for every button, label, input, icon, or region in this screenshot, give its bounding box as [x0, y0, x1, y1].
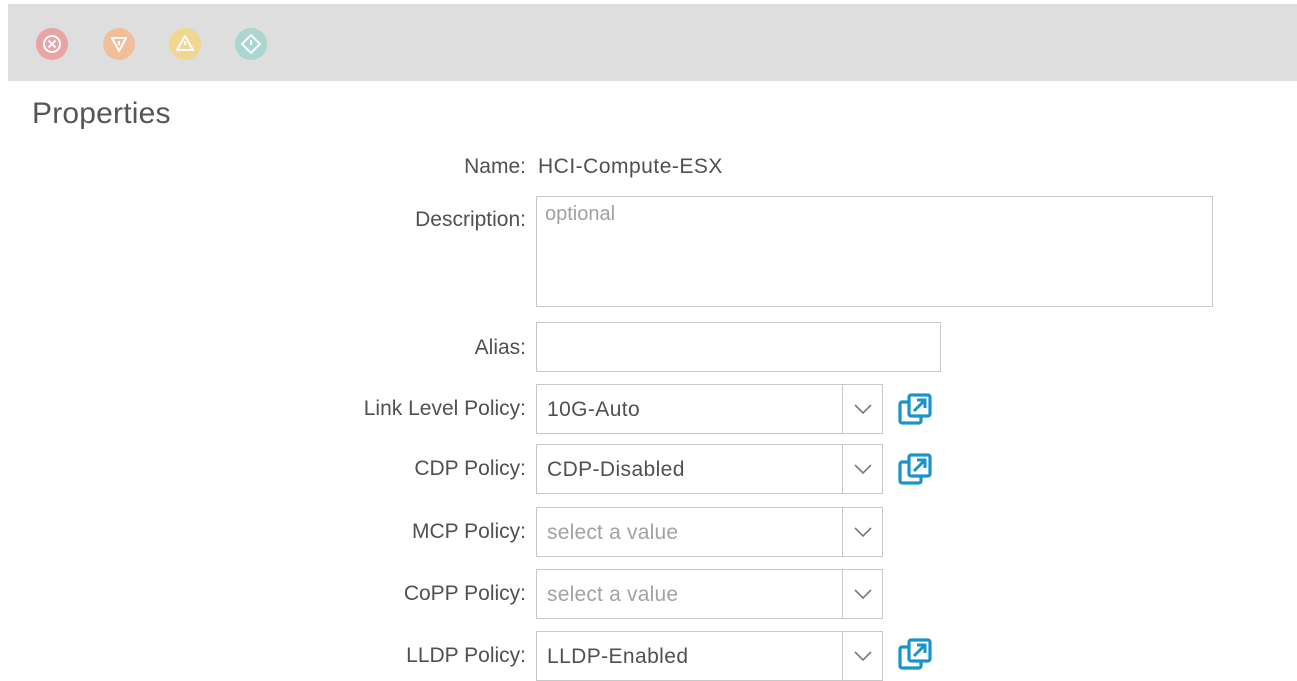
lldp-popout-icon[interactable]: [898, 638, 934, 670]
mcp-policy-select[interactable]: select a value: [536, 507, 883, 557]
chevron-down-icon[interactable]: [854, 649, 872, 663]
copp-policy-placeholder: select a value: [547, 583, 679, 606]
select-divider: [842, 570, 843, 618]
lldp-policy-value: LLDP-Enabled: [547, 645, 689, 668]
copp-policy-label: CoPP Policy:: [403, 582, 526, 605]
chevron-down-icon[interactable]: [854, 587, 872, 601]
link-level-popout-icon[interactable]: [898, 393, 934, 425]
minor-fault-icon[interactable]: [168, 27, 202, 61]
mcp-policy-placeholder: select a value: [547, 521, 679, 544]
select-divider: [842, 445, 843, 493]
description-label: Description:: [415, 208, 526, 231]
lldp-policy-select[interactable]: LLDP-Enabled: [536, 631, 883, 681]
alias-input[interactable]: [536, 322, 941, 372]
name-label: Name:: [464, 155, 526, 178]
alias-label: Alias:: [474, 336, 526, 359]
cdp-popout-icon[interactable]: [898, 453, 934, 485]
link-level-policy-value: 10G-Auto: [547, 398, 641, 421]
critical-fault-icon[interactable]: [35, 27, 69, 61]
mcp-policy-label: MCP Policy:: [412, 520, 526, 543]
copp-policy-select[interactable]: select a value: [536, 569, 883, 619]
cdp-policy-select[interactable]: CDP-Disabled: [536, 444, 883, 494]
major-fault-icon[interactable]: [102, 27, 136, 61]
chevron-down-icon[interactable]: [854, 525, 872, 539]
cdp-policy-value: CDP-Disabled: [547, 458, 685, 481]
select-divider: [842, 632, 843, 680]
fault-summary-bar: [8, 4, 1297, 81]
chevron-down-icon[interactable]: [854, 402, 872, 416]
link-level-policy-label: Link Level Policy:: [363, 397, 526, 420]
warning-fault-icon[interactable]: [234, 27, 268, 61]
description-field[interactable]: [536, 196, 1213, 307]
select-divider: [842, 385, 843, 433]
lldp-policy-label: LLDP Policy:: [406, 644, 526, 667]
select-divider: [842, 508, 843, 556]
cdp-policy-label: CDP Policy:: [414, 457, 526, 480]
properties-title: Properties: [32, 97, 171, 130]
link-level-policy-select[interactable]: 10G-Auto: [536, 384, 883, 434]
name-value: HCI-Compute-ESX: [538, 155, 723, 178]
chevron-down-icon[interactable]: [854, 462, 872, 476]
